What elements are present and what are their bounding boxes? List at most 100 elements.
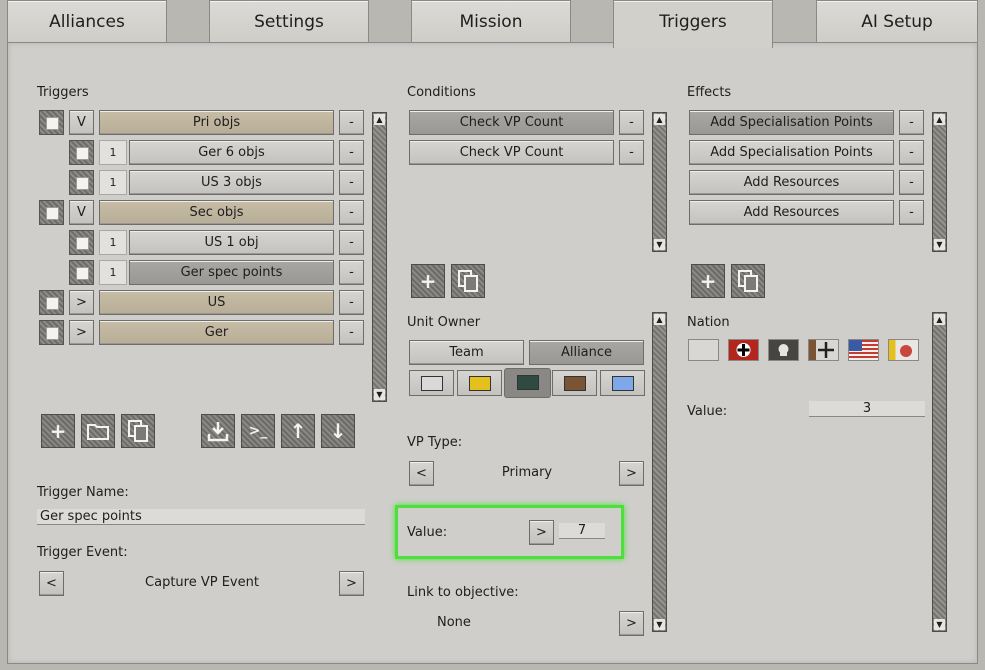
trigger-remove-button[interactable]: - <box>339 290 364 315</box>
trigger-item[interactable]: Ger 6 objs <box>129 140 334 165</box>
condition-remove-button[interactable]: - <box>619 140 644 165</box>
scroll-down-icon[interactable]: ▼ <box>934 239 945 250</box>
effect-props-scrollbar[interactable]: ▲ ▼ <box>932 312 947 632</box>
iron-cross-icon <box>736 343 751 357</box>
add-condition-button[interactable]: + <box>411 264 445 298</box>
effect-remove-button[interactable]: - <box>899 200 924 225</box>
scroll-up-icon[interactable]: ▲ <box>934 314 945 325</box>
team-toggle-button[interactable]: Team <box>409 340 524 365</box>
move-up-button[interactable]: ↑ <box>281 414 315 448</box>
tab-alliances[interactable]: Alliances <box>7 0 167 42</box>
effect-remove-button[interactable]: - <box>899 140 924 165</box>
nation-flag-germany[interactable] <box>728 339 759 361</box>
scroll-down-icon[interactable]: ▼ <box>654 619 665 630</box>
link-objective-next-button[interactable]: > <box>619 611 644 636</box>
condition-props-scrollbar[interactable]: ▲ ▼ <box>652 312 667 632</box>
effect-item[interactable]: Add Specialisation Points <box>689 110 894 135</box>
scroll-up-icon[interactable]: ▲ <box>374 114 385 125</box>
trigger-expand-toggle[interactable]: > <box>69 290 94 315</box>
trigger-checkbox[interactable] <box>39 320 64 345</box>
move-down-button[interactable]: ↓ <box>321 414 355 448</box>
trigger-checkbox[interactable] <box>69 170 94 195</box>
scroll-up-icon[interactable]: ▲ <box>654 314 665 325</box>
trigger-item[interactable]: Pri objs <box>99 110 334 135</box>
trigger-remove-button[interactable]: - <box>339 230 364 255</box>
console-button[interactable]: >_ <box>241 414 275 448</box>
copy-condition-button[interactable] <box>451 264 485 298</box>
scroll-up-icon[interactable]: ▲ <box>934 114 945 125</box>
trigger-checkbox[interactable] <box>69 140 94 165</box>
color-swatch-yellow[interactable] <box>457 370 502 396</box>
effect-value-input[interactable]: 3 <box>809 401 925 417</box>
trigger-expand-toggle[interactable]: > <box>69 320 94 345</box>
condition-item[interactable]: Check VP Count <box>409 140 614 165</box>
nation-flag-war[interactable] <box>808 339 839 361</box>
trigger-count: 1 <box>99 230 127 255</box>
scroll-up-icon[interactable]: ▲ <box>654 114 665 125</box>
trigger-expand-toggle[interactable]: V <box>69 200 94 225</box>
vp-type-next-button[interactable]: > <box>619 461 644 486</box>
trigger-event-next-button[interactable]: > <box>339 571 364 596</box>
arrow-up-icon: ↑ <box>289 419 307 443</box>
scroll-down-icon[interactable]: ▼ <box>654 239 665 250</box>
cross-flag-icon <box>818 342 834 358</box>
add-folder-button[interactable] <box>81 414 115 448</box>
nation-flag-skull[interactable] <box>768 339 799 361</box>
trigger-item[interactable]: US 1 obj <box>129 230 334 255</box>
trigger-checkbox[interactable] <box>69 230 94 255</box>
trigger-remove-button[interactable]: - <box>339 140 364 165</box>
condition-item[interactable]: Check VP Count <box>409 110 614 135</box>
nation-flag-japan[interactable] <box>888 339 919 361</box>
conditions-scrollbar[interactable]: ▲ ▼ <box>652 112 667 252</box>
trigger-remove-button[interactable]: - <box>339 170 364 195</box>
import-button[interactable] <box>201 414 235 448</box>
trigger-remove-button[interactable]: - <box>339 200 364 225</box>
effect-remove-button[interactable]: - <box>899 170 924 195</box>
trigger-checkbox[interactable] <box>69 260 94 285</box>
trigger-remove-button[interactable]: - <box>339 260 364 285</box>
tab-settings[interactable]: Settings <box>209 0 369 42</box>
color-swatch-green-selected[interactable] <box>504 368 551 398</box>
trigger-item[interactable]: Ger <box>99 320 334 345</box>
color-swatch-brown[interactable] <box>552 370 597 396</box>
triggers-scrollbar[interactable]: ▲ ▼ <box>372 112 387 402</box>
add-effect-button[interactable]: + <box>691 264 725 298</box>
effect-item[interactable]: Add Resources <box>689 170 894 195</box>
condition-value-increment-button[interactable]: > <box>529 520 554 545</box>
trigger-checkbox[interactable] <box>39 200 64 225</box>
trigger-event-prev-button[interactable]: < <box>39 571 64 596</box>
copy-trigger-button[interactable] <box>121 414 155 448</box>
color-swatch-white[interactable] <box>409 370 454 396</box>
trigger-remove-button[interactable]: - <box>339 320 364 345</box>
effects-scrollbar[interactable]: ▲ ▼ <box>932 112 947 252</box>
alliance-toggle-button[interactable]: Alliance <box>529 340 644 365</box>
trigger-expand-toggle[interactable]: V <box>69 110 94 135</box>
tab-ai-setup[interactable]: AI Setup <box>816 0 978 42</box>
scroll-down-icon[interactable]: ▼ <box>934 619 945 630</box>
tab-mission[interactable]: Mission <box>411 0 571 42</box>
trigger-checkbox[interactable] <box>39 110 64 135</box>
nation-label: Nation <box>687 315 730 330</box>
effect-item[interactable]: Add Resources <box>689 200 894 225</box>
trigger-item[interactable]: Sec objs <box>99 200 334 225</box>
copy-effect-button[interactable] <box>731 264 765 298</box>
scroll-down-icon[interactable]: ▼ <box>374 389 385 400</box>
effect-item[interactable]: Add Specialisation Points <box>689 140 894 165</box>
trigger-name-label: Trigger Name: <box>37 485 129 500</box>
condition-value-input[interactable]: 7 <box>559 523 605 539</box>
tab-triggers[interactable]: Triggers <box>613 0 773 48</box>
effect-remove-button[interactable]: - <box>899 110 924 135</box>
vp-type-prev-button[interactable]: < <box>409 461 434 486</box>
link-objective-label: Link to objective: <box>407 585 519 600</box>
color-swatch-blue[interactable] <box>600 370 645 396</box>
nation-flag-none[interactable] <box>688 339 719 361</box>
trigger-name-input[interactable]: Ger spec points <box>37 509 365 525</box>
trigger-checkbox[interactable] <box>39 290 64 315</box>
trigger-item-selected[interactable]: Ger spec points <box>129 260 334 285</box>
trigger-remove-button[interactable]: - <box>339 110 364 135</box>
add-trigger-button[interactable]: + <box>41 414 75 448</box>
condition-remove-button[interactable]: - <box>619 110 644 135</box>
trigger-item[interactable]: US 3 objs <box>129 170 334 195</box>
nation-flag-usa[interactable] <box>848 339 879 361</box>
trigger-item[interactable]: US <box>99 290 334 315</box>
